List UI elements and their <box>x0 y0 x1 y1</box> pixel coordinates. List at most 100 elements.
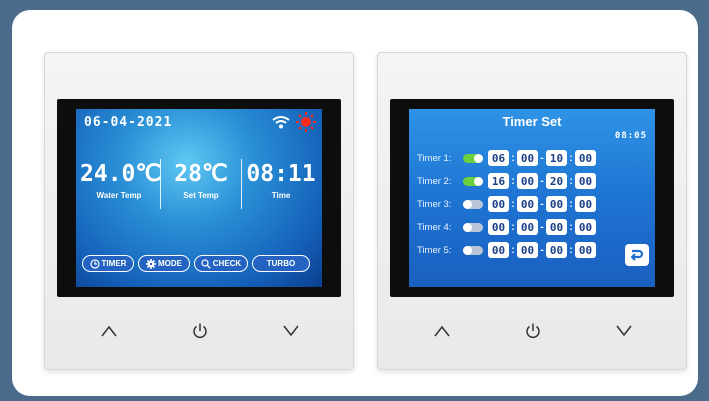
power-icon <box>193 323 207 339</box>
timer-screen: Timer Set 08:05 Timer 1: 06:00-10:00 Timer… <box>409 109 655 287</box>
screen-bezel: Timer Set 08:05 Timer 1: 06:00-10:00 Timer… <box>390 99 674 297</box>
time-separator: : <box>511 244 515 256</box>
water-temp-value: 24.0℃ <box>80 161 162 187</box>
thermostat-home: 06-04-2021 24.0℃ Water Temp 28℃ Set Temp… <box>44 52 354 370</box>
time-separator: : <box>511 198 515 210</box>
timer-value-field[interactable]: 00 <box>575 150 596 166</box>
set-temp-reading: 28℃ Set Temp <box>168 161 234 200</box>
down-button[interactable] <box>279 321 303 341</box>
timer-row-label: Timer 3: <box>417 198 452 210</box>
turbo-button-label: TURBO <box>266 259 296 268</box>
timer-value-field[interactable]: 00 <box>546 242 567 258</box>
down-arrow-icon <box>616 325 632 337</box>
time-separator: : <box>511 175 515 187</box>
up-arrow-icon <box>434 325 450 337</box>
timer-title: Timer Set <box>502 114 562 129</box>
timer-value-field[interactable]: 00 <box>488 242 509 258</box>
set-temp-label: Set Temp <box>183 191 219 200</box>
timer-value-field[interactable]: 00 <box>575 196 596 212</box>
thermostat-timer: Timer Set 08:05 Timer 1: 06:00-10:00 Timer… <box>377 52 687 370</box>
turbo-button[interactable]: TURBO <box>252 255 310 272</box>
toggle-knob <box>463 222 472 232</box>
mode-button[interactable]: MODE <box>138 255 190 272</box>
timer-toggle[interactable] <box>463 199 483 209</box>
home-screen: 06-04-2021 24.0℃ Water Temp 28℃ Set Temp… <box>76 109 322 287</box>
toggle-knob <box>463 199 472 209</box>
time-separator: : <box>569 198 573 210</box>
time-separator: - <box>540 244 544 256</box>
timer-row-label: Timer 1: <box>417 152 452 164</box>
up-button[interactable] <box>97 321 121 341</box>
timer-toggle[interactable] <box>463 153 483 163</box>
timer-button-label: TIMER <box>101 259 127 268</box>
return-button[interactable] <box>625 244 649 266</box>
set-temp-value: 28℃ <box>174 161 228 187</box>
power-button[interactable] <box>521 321 545 341</box>
timer-row: Timer 1: 06:00-10:00 <box>417 149 596 167</box>
timer-value-field[interactable]: 00 <box>488 219 509 235</box>
time-value: 08:11 <box>246 161 316 187</box>
check-button[interactable]: CHECK <box>194 255 248 272</box>
water-temp-label: Water Temp <box>96 191 142 200</box>
time-separator: - <box>540 198 544 210</box>
mode-button-label: MODE <box>158 259 182 268</box>
time-separator: : <box>569 244 573 256</box>
timer-row-label: Timer 5: <box>417 244 452 256</box>
timer-row: Timer 3: 00:00-00:00 <box>417 195 596 213</box>
toggle-knob <box>463 245 472 255</box>
timer-row: Timer 5: 00:00-00:00 <box>417 241 596 259</box>
sun-icon <box>296 112 316 137</box>
timer-row: Timer 4: 00:00-00:00 <box>417 218 596 236</box>
wifi-icon <box>272 115 290 134</box>
time-separator: - <box>540 175 544 187</box>
timer-value-field[interactable]: 16 <box>488 173 509 189</box>
timer-toggle[interactable] <box>463 222 483 232</box>
timer-toggle[interactable] <box>463 245 483 255</box>
divider <box>160 159 161 209</box>
time-separator: - <box>540 221 544 233</box>
toggle-knob <box>474 153 483 163</box>
timer-button[interactable]: TIMER <box>82 255 134 272</box>
timer-toggle[interactable] <box>463 176 483 186</box>
timer-value-field[interactable]: 06 <box>488 150 509 166</box>
timer-value-field[interactable]: 00 <box>517 150 538 166</box>
time-separator: : <box>569 175 573 187</box>
up-arrow-icon <box>101 325 117 337</box>
timer-value-field[interactable]: 00 <box>517 219 538 235</box>
timer-value-field[interactable]: 00 <box>575 219 596 235</box>
gear-icon <box>146 258 156 269</box>
down-arrow-icon <box>283 325 299 337</box>
time-label: Time <box>271 191 291 200</box>
function-buttons: TIMER MODE CHECK TURBO <box>82 255 310 272</box>
clock-icon <box>89 258 100 269</box>
time-separator: : <box>511 221 515 233</box>
timer-value-field[interactable]: 00 <box>517 196 538 212</box>
toggle-knob <box>474 176 483 186</box>
down-button[interactable] <box>612 321 636 341</box>
divider <box>241 159 242 209</box>
time-separator: : <box>569 221 573 233</box>
timer-row-label: Timer 2: <box>417 175 452 187</box>
search-icon <box>201 258 211 269</box>
product-card: 06-04-2021 24.0℃ Water Temp 28℃ Set Temp… <box>12 10 698 396</box>
timer-value-field[interactable]: 00 <box>517 173 538 189</box>
time-reading: 08:11 Time <box>244 161 318 200</box>
timer-value-field[interactable]: 10 <box>546 150 567 166</box>
return-icon <box>630 249 644 261</box>
screen-bezel: 06-04-2021 24.0℃ Water Temp 28℃ Set Temp… <box>57 99 341 297</box>
timer-value-field[interactable]: 00 <box>575 173 596 189</box>
time-separator: : <box>511 152 515 164</box>
timer-clock: 08:05 <box>614 131 647 141</box>
timer-value-field[interactable]: 00 <box>575 242 596 258</box>
timer-value-field[interactable]: 00 <box>546 219 567 235</box>
check-button-label: CHECK <box>212 259 242 268</box>
timer-value-field[interactable]: 00 <box>546 196 567 212</box>
timer-row-label: Timer 4: <box>417 221 452 233</box>
up-button[interactable] <box>430 321 454 341</box>
timer-value-field[interactable]: 00 <box>488 196 509 212</box>
water-temp-reading: 24.0℃ Water Temp <box>80 161 162 200</box>
timer-value-field[interactable]: 20 <box>546 173 567 189</box>
power-button[interactable] <box>188 321 212 341</box>
time-separator: : <box>569 152 573 164</box>
timer-value-field[interactable]: 00 <box>517 242 538 258</box>
